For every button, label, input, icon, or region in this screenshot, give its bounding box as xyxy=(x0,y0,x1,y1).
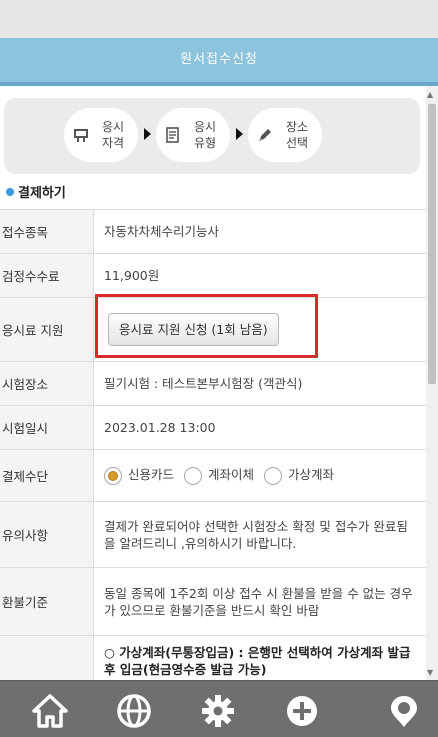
step-progress: 응시자격 응시유형 장소선택 xyxy=(4,98,420,174)
plus-icon[interactable] xyxy=(280,689,324,733)
row-label: 유의사항 xyxy=(0,501,94,568)
scroll-down-icon[interactable]: ▼ xyxy=(427,668,433,677)
radio-bank-transfer[interactable] xyxy=(184,466,202,485)
payment-table: 접수종목 자동차차체수리기능사 검정수수료 11,900원 응시료 지원 응시료… xyxy=(0,209,426,680)
step-qualification[interactable]: 응시자격 xyxy=(64,108,138,162)
row-label: 접수종목 xyxy=(0,209,94,254)
step-location[interactable]: 장소선택 xyxy=(248,108,322,162)
scrollbar-thumb[interactable] xyxy=(428,104,436,384)
bottom-nav xyxy=(0,680,438,737)
table-row: 결제수단 신용카드 계좌이체 가상계좌 xyxy=(0,449,426,502)
document-icon xyxy=(164,126,182,144)
row-label xyxy=(0,635,94,680)
section-title-text: 결제하기 xyxy=(18,186,66,201)
certificate-icon xyxy=(72,126,90,144)
home-icon[interactable] xyxy=(28,689,72,733)
page-title: 원서접수신청 xyxy=(0,38,438,86)
row-label: 검정수수료 xyxy=(0,253,94,298)
table-row: 접수종목 자동차차체수리기능사 xyxy=(0,209,426,254)
table-row: 유의사항 결제가 완료되어야 선택한 시험장소 확정 및 접수가 완료됨을 알려… xyxy=(0,501,426,568)
highlight-box xyxy=(95,294,318,358)
step-label-top: 응시 xyxy=(101,120,125,134)
gear-icon[interactable] xyxy=(196,689,240,733)
scroll-up-icon[interactable]: ▲ xyxy=(427,90,433,99)
top-bar xyxy=(0,0,438,38)
row-label: 응시료 지원 xyxy=(0,297,94,362)
radio-label: 계좌이체 xyxy=(208,467,255,483)
section-title: 결제하기 xyxy=(6,182,66,201)
step-arrow-icon xyxy=(144,128,151,140)
step-label-bottom: 선택 xyxy=(285,136,309,150)
step-label-bottom: 자격 xyxy=(101,136,125,150)
payment-method-group: 신용카드 계좌이체 가상계좌 xyxy=(93,449,426,502)
row-label: 시험장소 xyxy=(0,361,94,406)
location-icon[interactable] xyxy=(382,689,426,733)
row-value: 자동차차체수리기능사 xyxy=(93,209,426,254)
radio-credit-card[interactable] xyxy=(104,466,122,485)
row-value: ○ 가상계좌(무통장입금) : 은행만 선택하여 가상계좌 발급 후 입금(현금… xyxy=(93,635,426,680)
bullet-icon xyxy=(6,187,14,196)
radio-virtual-account[interactable] xyxy=(264,466,282,485)
table-row: 시험장소 필기시험 : 테스트본부시험장 (객관식) xyxy=(0,361,426,406)
table-row: ○ 가상계좌(무통장입금) : 은행만 선택하여 가상계좌 발급 후 입금(현금… xyxy=(0,635,426,680)
step-label-top: 장소 xyxy=(285,120,309,134)
step-exam-type[interactable]: 응시유형 xyxy=(156,108,230,162)
table-row: 시험일시 2023.01.28 13:00 xyxy=(0,405,426,450)
table-row: 검정수수료 11,900원 xyxy=(0,253,426,298)
globe-icon[interactable] xyxy=(112,689,156,733)
row-label: 결제수단 xyxy=(0,449,94,502)
radio-label: 가상계좌 xyxy=(288,467,335,483)
row-value: 필기시험 : 테스트본부시험장 (객관식) xyxy=(93,361,426,406)
step-arrow-icon xyxy=(236,128,243,140)
row-value: 동일 종목에 1주2회 이상 접수 시 환불을 받을 수 없는 경우가 있으므로… xyxy=(93,567,426,636)
row-value: 2023.01.28 13:00 xyxy=(93,405,426,450)
row-label: 시험일시 xyxy=(0,405,94,450)
step-label-top: 응시 xyxy=(193,120,217,134)
table-row: 환불기준 동일 종목에 1주2회 이상 접수 시 환불을 받을 수 없는 경우가… xyxy=(0,567,426,636)
row-value: 결제가 완료되어야 선택한 시험장소 확정 및 접수가 완료됨을 알려드리니 ,… xyxy=(93,501,426,568)
row-label: 환불기준 xyxy=(0,567,94,636)
row-value: 11,900원 xyxy=(93,253,426,298)
step-label-bottom: 유형 xyxy=(193,136,217,150)
radio-label: 신용카드 xyxy=(128,467,175,483)
main-content: 응시 자격 응시 유형 장소 선택 결제하기 접수종목 자동차차체수리기능사 검… xyxy=(0,86,426,680)
pencil-icon xyxy=(256,126,274,144)
